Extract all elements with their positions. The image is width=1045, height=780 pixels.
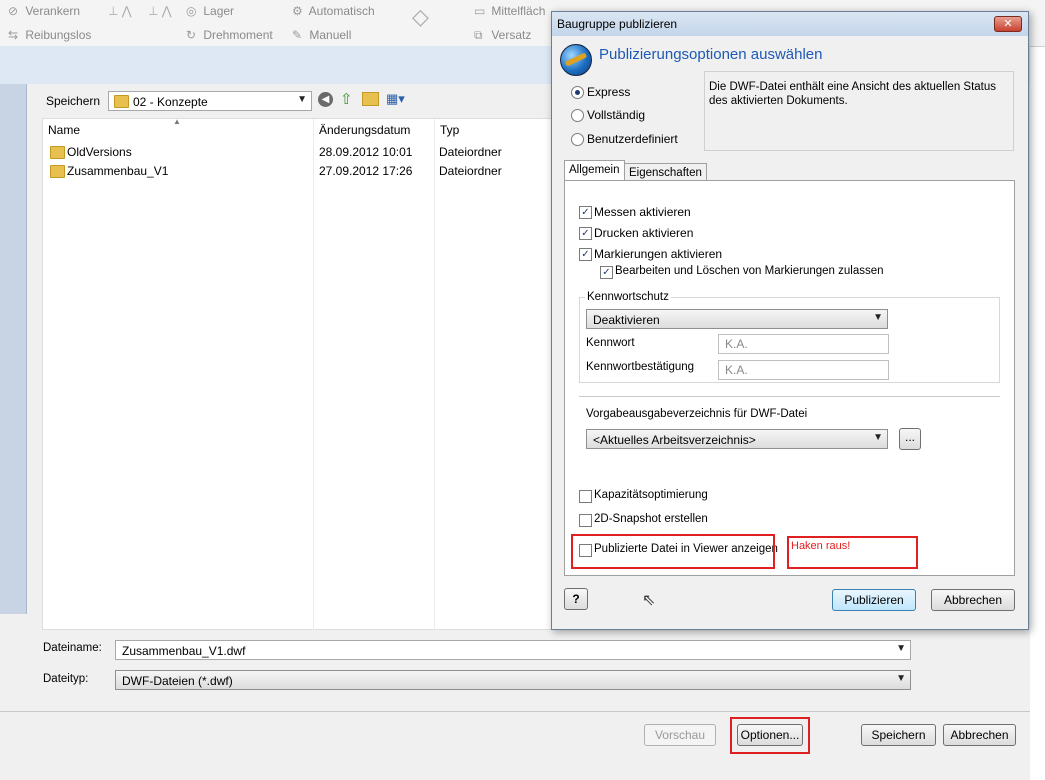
ribbon-item-verankern[interactable]: ⊘ Verankern xyxy=(8,4,80,18)
file-date: 27.09.2012 17:26 xyxy=(319,164,413,178)
column-header-type[interactable]: Typ xyxy=(435,119,555,141)
file-row[interactable]: Zusammenbau_V1 27.09.2012 17:26 Dateiord… xyxy=(43,162,629,181)
checkbox[interactable] xyxy=(579,490,592,503)
column-header-date[interactable]: Änderungsdatum xyxy=(314,119,434,141)
file-row[interactable]: OldVersions 28.09.2012 10:01 Dateiordner xyxy=(43,143,629,162)
radio-button[interactable] xyxy=(571,133,584,146)
save-dialog-places-bar[interactable] xyxy=(0,84,27,614)
checkbox[interactable]: ✓ xyxy=(600,266,613,279)
publish-dialog: Baugruppe publizieren ✕ Publizierungsopt… xyxy=(551,11,1029,630)
password-confirm-field[interactable]: K.A. xyxy=(718,360,889,380)
globe-icon xyxy=(560,44,592,76)
ribbon-item-versatz[interactable]: ⧉ Versatz xyxy=(474,28,531,43)
dialog-heading: Publizierungsoptionen auswählen xyxy=(599,46,823,63)
frictionless-icon: ⇆ xyxy=(8,28,19,42)
sort-ascending-icon: ▲ xyxy=(173,117,181,126)
tab-panel-allgemein: ✓ Messen aktivieren ✓ Drucken aktivieren… xyxy=(564,180,1015,576)
ribbon-item-reibungslos[interactable]: ⇆ Reibungslos xyxy=(8,28,91,42)
column-divider xyxy=(434,119,435,631)
chevron-down-icon: ▼ xyxy=(873,312,883,323)
offset-icon: ⧉ xyxy=(474,28,483,42)
dialog-title: Baugruppe publizieren xyxy=(557,17,678,31)
filename-input[interactable]: Zusammenbau_V1.dwf ▼ xyxy=(115,640,911,660)
output-dir-select[interactable]: <Aktuelles Arbeitsverzeichnis> ▼ xyxy=(586,429,888,449)
divider xyxy=(0,711,1030,712)
close-icon[interactable]: ✕ xyxy=(994,16,1022,32)
description-box: Die DWF-Datei enthält eine Ansicht des a… xyxy=(704,71,1014,151)
file-type: Dateiordner xyxy=(439,164,502,178)
file-list[interactable]: Name ▲ Änderungsdatum Typ OldVersions 28… xyxy=(42,117,630,631)
constraint-icon-1[interactable]: ⊥ ⋀ xyxy=(108,4,132,18)
chevron-down-icon: ▼ xyxy=(297,94,307,105)
folder-icon xyxy=(50,146,65,159)
folder-icon xyxy=(50,165,65,178)
radio-button[interactable] xyxy=(571,109,584,122)
automatic-icon: ⚙ xyxy=(292,4,303,18)
password-group-label: Kennwortschutz xyxy=(585,291,671,303)
ribbon-item-mittelflaeche[interactable]: ▭ Mittelfläch xyxy=(474,4,545,18)
cancel-button[interactable]: Abbrechen xyxy=(943,724,1016,746)
manual-icon: ✎ xyxy=(292,28,303,42)
browse-button[interactable]: ... xyxy=(899,428,921,450)
highlight-frame xyxy=(571,534,775,569)
midplane-icon: ▭ xyxy=(474,4,486,18)
password-field[interactable]: K.A. xyxy=(718,334,889,354)
anchor-icon: ⊘ xyxy=(8,4,19,18)
view-menu-icon[interactable]: ▦▾ xyxy=(386,91,405,107)
annotation-box: Haken raus! xyxy=(787,536,918,569)
rotation-moment-icon: ↻ xyxy=(186,28,197,42)
chevron-down-icon: ▼ xyxy=(896,643,906,654)
dialog-titlebar[interactable]: Baugruppe publizieren ✕ xyxy=(552,12,1028,36)
file-date: 28.09.2012 10:01 xyxy=(319,145,413,159)
annotation-text: Haken raus! xyxy=(791,540,851,552)
file-name: Zusammenbau_V1 xyxy=(67,164,169,178)
constraint-icon-2[interactable]: ⊥ ⋀ xyxy=(148,4,172,18)
ribbon-item-manuell[interactable]: ✎ Manuell xyxy=(292,28,351,42)
divider xyxy=(579,396,1000,397)
ribbon-item-lager[interactable]: ◎ Lager xyxy=(186,4,234,18)
checkbox[interactable]: ✓ xyxy=(579,227,592,240)
checkbox[interactable]: ✓ xyxy=(579,206,592,219)
radio-button[interactable] xyxy=(571,86,584,99)
help-icon[interactable]: ? xyxy=(564,588,588,610)
password-label: Kennwort xyxy=(586,337,635,349)
output-dir-label: Vorgabeausgabeverzeichnis für DWF-Datei xyxy=(586,408,808,420)
save-button[interactable]: Speichern xyxy=(861,724,936,746)
mesh-view-icon[interactable]: ◇ xyxy=(412,4,429,30)
back-icon[interactable]: ◀ xyxy=(318,92,333,107)
folder-icon xyxy=(114,95,129,108)
new-folder-icon[interactable] xyxy=(362,92,379,106)
ribbon-item-automatisch[interactable]: ⚙ Automatisch xyxy=(292,4,375,18)
highlight-frame xyxy=(730,717,810,754)
ribbon-item-drehmoment[interactable]: ↻ Drehmoment xyxy=(186,28,273,42)
chevron-down-icon: ▼ xyxy=(896,673,906,684)
checkbox[interactable]: ✓ xyxy=(579,248,592,261)
description-text: Die DWF-Datei enthält eine Ansicht des a… xyxy=(709,81,997,107)
filetype-label: Dateityp: xyxy=(43,673,89,685)
password-confirm-label: Kennwortbestätigung xyxy=(586,361,695,373)
filename-label: Dateiname: xyxy=(43,642,102,654)
up-folder-icon[interactable]: ⇧ xyxy=(340,90,353,108)
chevron-down-icon: ▼ xyxy=(873,432,883,443)
checkbox[interactable] xyxy=(579,514,592,527)
save-in-folder-select[interactable]: 02 - Konzepte ▼ xyxy=(108,91,312,111)
preview-button[interactable]: Vorschau xyxy=(644,724,716,746)
save-in-label: Speichern xyxy=(46,94,101,108)
cursor-icon: ⇖ xyxy=(642,592,656,609)
publish-cancel-button[interactable]: Abbrechen xyxy=(931,589,1015,611)
column-divider xyxy=(313,119,314,631)
file-type: Dateiordner xyxy=(439,145,502,159)
publish-button[interactable]: Publizieren xyxy=(832,589,916,611)
bearing-icon: ◎ xyxy=(186,4,197,18)
tab-allgemein[interactable]: Allgemein xyxy=(564,160,625,182)
password-mode-select[interactable]: Deaktivieren ▼ xyxy=(586,309,888,329)
filetype-select[interactable]: DWF-Dateien (*.dwf) ▼ xyxy=(115,670,911,690)
file-name: OldVersions xyxy=(67,145,132,159)
